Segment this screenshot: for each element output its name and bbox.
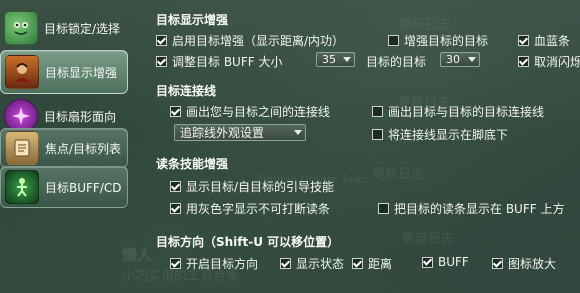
chevron-down-icon: [343, 57, 351, 62]
section-title-skill: 读条技能增强: [156, 157, 229, 171]
chevron-down-icon: [468, 57, 476, 62]
options-panel: 目标显示增强 启用目标增强（显示距离/内功） 增强目标的目标 血蓝条 调整目标 …: [138, 0, 580, 293]
enable-target-enhance-option[interactable]: 启用目标增强（显示距离/内功）: [156, 32, 344, 49]
sidebar-item-buff-cd[interactable]: 目标BUFF/CD: [0, 166, 128, 208]
draw-self-line-checkbox[interactable]: [170, 106, 181, 117]
hp-mp-bar-checkbox[interactable]: [518, 35, 529, 46]
distance-label: 距离: [368, 257, 393, 271]
adjust-buff-size-checkbox[interactable]: [156, 56, 167, 67]
buff-size-dropdown[interactable]: 35: [316, 52, 355, 67]
gray-uninterruptible-label: 用灰色字显示不可打断读条: [186, 202, 331, 216]
chevron-down-icon: [294, 130, 302, 135]
distance-checkbox[interactable]: [352, 258, 363, 269]
target-of-target-size-label-wrap: 目标的目标: [366, 53, 426, 70]
draw-self-line-option[interactable]: 画出您与目标之间的连接线: [170, 103, 330, 120]
warrior-portrait-icon: [5, 55, 39, 89]
frog-face-icon: [4, 11, 38, 45]
show-line-feet-checkbox[interactable]: [372, 129, 383, 140]
cancel-flash-checkbox[interactable]: [518, 56, 529, 67]
enable-target-enhance-checkbox[interactable]: [156, 35, 167, 46]
section-title-direction: 目标方向（Shift-U 可以移位置）: [156, 235, 340, 249]
sidebar-item-focus-list[interactable]: 焦点/目标列表: [0, 128, 128, 168]
show-guide-skill-option[interactable]: 显示目标/自目标的引导技能: [170, 178, 334, 195]
target-of-target-size-label: 目标的目标: [366, 55, 427, 69]
enhance-target-of-target-option[interactable]: 增强目标的目标: [388, 32, 488, 49]
sidebar-item-label: 目标显示增强: [45, 65, 118, 80]
draw-target-line-checkbox[interactable]: [372, 106, 383, 117]
sidebar-item-label: 焦点/目标列表: [45, 141, 122, 156]
hp-mp-bar-option[interactable]: 血蓝条: [518, 32, 570, 49]
distance-option[interactable]: 距离: [352, 255, 392, 272]
show-guide-skill-label: 显示目标/自目标的引导技能: [186, 180, 335, 194]
buff-option[interactable]: BUFF: [422, 255, 469, 269]
buff-label: BUFF: [438, 255, 469, 269]
show-cast-above-buff-option[interactable]: 把目标的读条显示在 BUFF 上方: [378, 200, 564, 217]
target-of-target-size-dropdown[interactable]: 30: [440, 52, 480, 67]
adjust-buff-size-label: 调整目标 BUFF 大小: [172, 55, 283, 69]
sidebar-item-target-lock[interactable]: 目标锁定/选择: [0, 6, 128, 50]
enhance-target-of-target-checkbox[interactable]: [388, 35, 399, 46]
buff-size-value: 35: [322, 53, 336, 66]
hp-mp-bar-label: 血蓝条: [534, 34, 571, 48]
show-status-label: 显示状态: [296, 257, 345, 271]
line-style-dropdown[interactable]: 追踪线外观设置: [174, 124, 306, 141]
cancel-flash-label: 取消闪烁: [534, 55, 580, 69]
sidebar-item-label: 目标锁定/选择: [44, 21, 121, 36]
icon-zoom-option[interactable]: 图标放大: [492, 255, 556, 272]
draw-target-line-label: 画出目标与目标的目标连接线: [388, 105, 545, 119]
show-cast-above-buff-label: 把目标的读条显示在 BUFF 上方: [394, 202, 565, 216]
enable-direction-label: 开启目标方向: [186, 257, 259, 271]
sidebar-item-label: 目标BUFF/CD: [45, 180, 122, 195]
gray-uninterruptible-option[interactable]: 用灰色字显示不可打断读条: [170, 200, 330, 217]
show-guide-skill-checkbox[interactable]: [170, 181, 181, 192]
buff-checkbox[interactable]: [422, 256, 433, 268]
section-title-connection: 目标连接线: [156, 84, 217, 98]
show-line-feet-option[interactable]: 将连接线显示在脚底下: [372, 126, 508, 143]
enhance-target-of-target-label: 增强目标的目标: [404, 34, 489, 48]
green-figure-icon: [5, 170, 39, 204]
adjust-buff-size-option[interactable]: 调整目标 BUFF 大小: [156, 53, 282, 70]
scroll-icon: [5, 131, 39, 165]
show-status-checkbox[interactable]: [280, 258, 291, 269]
sidebar-item-display-enhance[interactable]: 目标显示增强: [0, 50, 128, 94]
icon-zoom-checkbox[interactable]: [492, 258, 503, 269]
sidebar: 目标锁定/选择 目标显示增强 目标扇形面向 焦点/目标列表 目标BUFF/CD: [0, 0, 132, 293]
icon-zoom-label: 图标放大: [508, 257, 557, 271]
section-title-display: 目标显示增强: [156, 13, 229, 27]
target-of-target-size-value: 30: [446, 53, 460, 66]
line-style-dropdown-label: 追踪线外观设置: [180, 126, 265, 140]
sidebar-item-label: 目标扇形面向: [44, 109, 117, 124]
show-line-feet-label: 将连接线显示在脚底下: [388, 128, 509, 142]
enable-target-enhance-label: 启用目标增强（显示距离/内功）: [172, 34, 345, 48]
show-cast-above-buff-checkbox[interactable]: [378, 203, 389, 214]
draw-self-line-label: 画出您与目标之间的连接线: [186, 105, 331, 119]
show-status-option[interactable]: 显示状态: [280, 255, 344, 272]
gray-uninterruptible-checkbox[interactable]: [170, 203, 181, 214]
enable-direction-checkbox[interactable]: [170, 258, 181, 269]
draw-target-line-option[interactable]: 画出目标与目标的目标连接线: [372, 103, 544, 120]
enable-direction-option[interactable]: 开启目标方向: [170, 255, 258, 272]
cancel-flash-option[interactable]: 取消闪烁: [518, 53, 580, 70]
